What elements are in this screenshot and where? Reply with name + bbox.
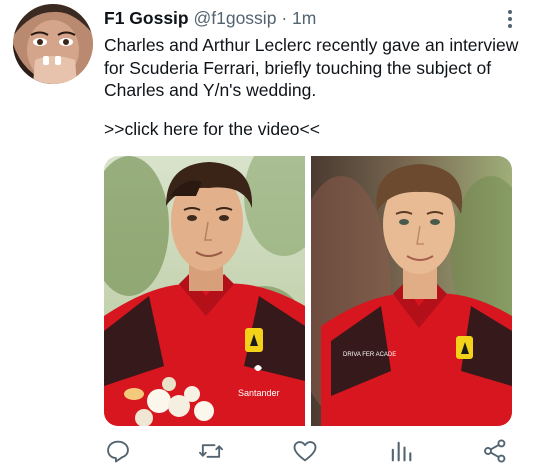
stats-icon[interactable] [387,437,415,465]
share-icon[interactable] [481,437,509,465]
photo-charles[interactable]: Santander [104,156,305,426]
video-link[interactable]: >>click here for the video<< [104,119,320,140]
handle[interactable]: @f1gossip [193,8,276,28]
tweet-text: Charles and Arthur Leclerc recently gave… [104,34,524,102]
reply-icon[interactable] [104,437,132,465]
like-icon[interactable] [291,437,319,465]
separator: · [281,8,288,28]
action-bar [0,437,540,467]
media-grid: Santander DRIVA FER ACADE [104,156,512,426]
tweet-header: F1 Gossip @f1gossip · 1m [104,8,316,29]
more-options-icon[interactable] [504,10,516,34]
shirt-academy-text: DRIVA FER ACADE [343,352,396,358]
avatar-image [13,4,93,84]
retweet-icon[interactable] [197,437,225,465]
tweet-body: Charles and Arthur Leclerc recently gave… [104,35,519,100]
timestamp[interactable]: 1m [292,8,316,28]
display-name[interactable]: F1 Gossip [104,8,189,28]
shirt-sponsor-text: Santander [238,388,280,398]
photo-arthur[interactable]: DRIVA FER ACADE [311,156,512,426]
avatar[interactable] [13,4,93,84]
